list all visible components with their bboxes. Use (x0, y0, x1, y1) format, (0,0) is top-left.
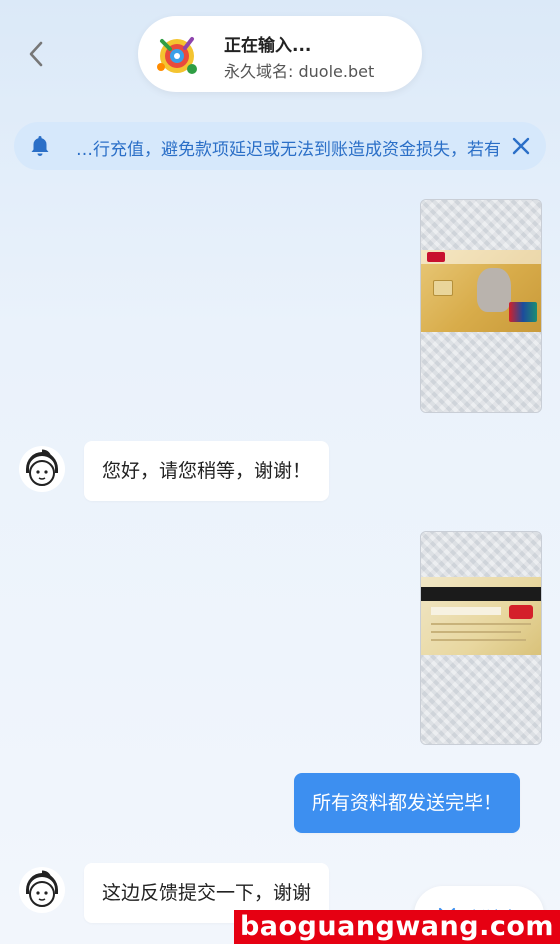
bank-card-back-photo[interactable] (420, 531, 542, 745)
bank-card-front-photo[interactable] (420, 199, 542, 413)
chevron-left-icon (29, 41, 43, 67)
chat-header: 正在输入... 永久域名: duole.bet (138, 16, 422, 92)
notice-text: …行充值，避免款项延迟或无法到账造成资金损失，若有 (76, 140, 501, 160)
notice-banner: …行充值，避免款项延迟或无法到账造成资金损失，若有 (14, 122, 546, 170)
bell-icon (31, 136, 49, 156)
typing-status: 正在输入... (224, 36, 312, 56)
message-bubble-agent: 您好，请您稍等，谢谢！ (84, 441, 330, 501)
message-bubble-user: 所有资料都发送完毕！ (294, 773, 521, 833)
permanent-domain: 永久域名: duole.bet (224, 62, 375, 81)
agent-avatar (19, 446, 65, 492)
app-logo (157, 37, 197, 74)
close-icon[interactable] (510, 135, 532, 157)
back-button[interactable] (22, 40, 50, 68)
site-watermark: baoguangwang.com (234, 910, 560, 944)
agent-avatar (19, 867, 65, 913)
